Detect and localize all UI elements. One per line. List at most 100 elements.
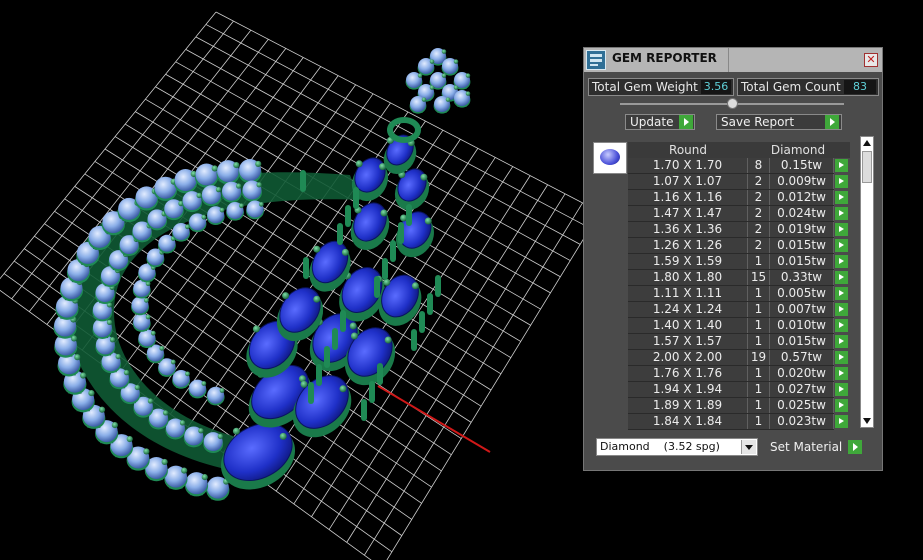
close-icon[interactable]: ✕ [864,53,878,67]
gem-count-cell: 1 [748,382,770,397]
prong [252,325,260,333]
table-row[interactable]: 1.07 X 1.07 2 0.009tw [628,174,850,190]
gem-count-cell: 1 [748,286,770,301]
title-divider [728,48,729,72]
gem-count-cell: 1 [748,302,770,317]
prong [313,245,321,253]
set-material-button[interactable]: Set Material [766,439,866,457]
table-row[interactable]: 1.84 X 1.84 1 0.023tw [628,414,850,430]
prong [74,354,81,361]
prong [126,435,133,443]
gem-weight-cell: 0.019tw [770,222,834,237]
gem-size-cell: 1.26 X 1.26 [628,238,748,253]
prong [143,297,149,303]
table-row[interactable]: 1.94 X 1.94 1 0.027tw [628,382,850,398]
table-row[interactable]: 1.47 X 1.47 2 0.024tw [628,206,850,222]
row-play-icon[interactable] [835,207,848,220]
panel-slider-knob[interactable] [727,98,738,109]
gem-count-cell: 2 [748,174,770,189]
row-play-icon[interactable] [835,319,848,332]
setting-post [369,381,375,403]
save-report-button[interactable]: Save Report [716,114,842,130]
total-gem-weight-value: 3.56 [701,80,731,94]
setting-post [353,187,359,209]
table-row[interactable]: 1.70 X 1.70 8 0.15tw [628,158,850,174]
row-play-icon[interactable] [835,399,848,412]
prong [217,433,223,440]
table-scrollbar[interactable] [860,136,874,428]
setting-post [324,346,330,368]
setting-post [435,275,441,297]
prong [420,173,428,181]
table-row[interactable]: 1.11 X 1.11 1 0.005tw [628,286,850,302]
row-play-icon[interactable] [835,351,848,364]
material-select[interactable]: Diamond (3.52 spg) [596,438,758,456]
prong [355,160,363,168]
prong [201,214,207,220]
table-row[interactable]: 2.00 X 2.00 19 0.57tw [628,350,850,366]
gem-count-cell: 8 [748,158,770,173]
gem-count-cell: 2 [748,206,770,221]
total-gem-count: Total Gem Count 83 [737,78,879,96]
table-row[interactable]: 1.57 X 1.57 1 0.015tw [628,334,850,350]
gem-size-cell: 1.89 X 1.89 [628,398,748,413]
table-row[interactable]: 1.89 X 1.89 1 0.025tw [628,398,850,414]
row-play-icon[interactable] [835,383,848,396]
prong [181,467,188,474]
gem-size-cell: 1.24 X 1.24 [628,302,748,317]
row-play-icon[interactable] [835,335,848,348]
prong [179,420,186,426]
table-row[interactable]: 1.40 X 1.40 1 0.010tw [628,318,850,334]
gem-count-cell: 2 [748,222,770,237]
prong [143,448,150,455]
row-play-icon[interactable] [835,175,848,188]
row-play-icon[interactable] [835,415,848,428]
round-gem-icon[interactable] [593,142,627,174]
prong [300,380,308,388]
setting-post [340,310,346,332]
chevron-down-icon[interactable] [741,440,756,454]
gem-count-cell: 1 [748,334,770,349]
row-play-icon[interactable] [835,255,848,268]
table-row[interactable]: 1.16 X 1.16 2 0.012tw [628,190,850,206]
gem-size-cell: 1.47 X 1.47 [628,206,748,221]
gem-weight-cell: 0.023tw [770,414,834,429]
prong [465,91,471,96]
prong [109,337,116,343]
prong [429,85,435,90]
gem-weight-cell: 0.010tw [770,318,834,333]
gem-count-cell: 19 [748,350,770,365]
row-play-icon[interactable] [835,271,848,284]
prong [465,73,471,78]
gem-reporter-panel: GEM REPORTER ✕ Total Gem Weight 3.56 Tot… [583,47,883,471]
update-button[interactable]: Update [625,114,695,130]
prong [201,381,207,386]
row-play-icon[interactable] [835,159,848,172]
row-play-icon[interactable] [835,287,848,300]
row-play-icon[interactable] [835,303,848,316]
gem-weight-cell: 0.015tw [770,254,834,269]
table-row[interactable]: 1.26 X 1.26 2 0.015tw [628,238,850,254]
prong [239,203,244,209]
prong [162,410,169,416]
row-play-icon[interactable] [835,239,848,252]
table-row[interactable]: 1.36 X 1.36 2 0.019tw [628,222,850,238]
table-row[interactable]: 1.24 X 1.24 1 0.007tw [628,302,850,318]
scroll-down-icon[interactable] [863,418,871,424]
row-play-icon[interactable] [835,367,848,380]
table-row[interactable]: 1.59 X 1.59 1 0.015tw [628,254,850,270]
setting-post [427,293,433,315]
prong [111,421,118,429]
scroll-thumb[interactable] [862,151,872,183]
row-play-icon[interactable] [835,191,848,204]
gem-weight-cell: 0.009tw [770,174,834,189]
row-play-icon[interactable] [835,223,848,236]
prong [341,248,349,256]
table-row[interactable]: 1.76 X 1.76 1 0.020tw [628,366,850,382]
title-bar[interactable]: GEM REPORTER ✕ [584,48,882,72]
gem-reporter-icon [586,50,606,70]
prong [429,59,435,64]
table-row[interactable]: 1.80 X 1.80 15 0.33tw [628,270,850,286]
scroll-up-icon[interactable] [863,140,871,146]
gem-size-cell: 1.57 X 1.57 [628,334,748,349]
